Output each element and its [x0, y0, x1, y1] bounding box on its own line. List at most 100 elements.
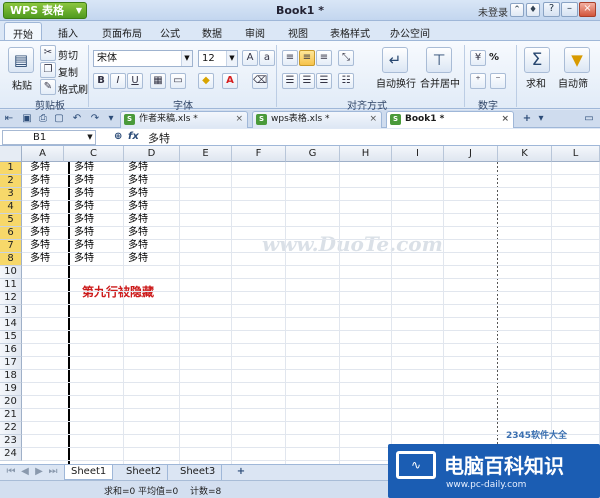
column-header-e[interactable]: E: [180, 146, 232, 162]
paste-icon[interactable]: ▤: [8, 47, 34, 73]
login-link[interactable]: 未登录: [478, 4, 508, 19]
row-header-23[interactable]: 23: [0, 435, 22, 448]
doc-tab[interactable]: S 作者来稿.xls * ×: [120, 111, 248, 128]
merge-cells-icon[interactable]: ▭: [170, 73, 186, 89]
border-icon[interactable]: ▦: [150, 73, 166, 89]
sum-icon[interactable]: Σ: [524, 47, 550, 73]
formula-input[interactable]: 多特: [148, 130, 170, 146]
save-icon[interactable]: ▣: [20, 112, 34, 126]
cell[interactable]: 多特: [72, 188, 94, 200]
row-header-4[interactable]: 4: [0, 201, 22, 214]
cell[interactable]: 多特: [28, 214, 50, 226]
row-header-8[interactable]: 8: [0, 253, 22, 266]
row-header-17[interactable]: 17: [0, 357, 22, 370]
print-preview-icon[interactable]: ▢: [52, 112, 66, 126]
currency-icon[interactable]: ¥: [470, 50, 486, 66]
format-painter-label[interactable]: 格式刷: [58, 81, 88, 96]
last-sheet-icon[interactable]: ⏭: [46, 465, 60, 479]
cell[interactable]: 多特: [72, 227, 94, 239]
cell[interactable]: 多特: [126, 162, 148, 174]
row-header-13[interactable]: 13: [0, 305, 22, 318]
row-header-18[interactable]: 18: [0, 370, 22, 383]
cell[interactable]: 多特: [72, 240, 94, 252]
close-icon[interactable]: ×: [579, 2, 596, 17]
close-icon[interactable]: ×: [501, 112, 509, 127]
italic-button[interactable]: I: [110, 73, 126, 89]
undo-icon[interactable]: ↶: [70, 112, 84, 126]
cell[interactable]: 多特: [126, 214, 148, 226]
font-name-select[interactable]: 宋体 ▼: [93, 50, 193, 67]
column-header-d[interactable]: D: [124, 146, 180, 162]
cell[interactable]: 多特: [28, 175, 50, 187]
align-top-icon[interactable]: ≡: [282, 50, 298, 66]
cell[interactable]: 多特: [28, 227, 50, 239]
help-icon[interactable]: ?: [543, 2, 560, 17]
font-size-select[interactable]: 12 ▼: [198, 50, 238, 67]
tab-office-space[interactable]: 办公空间: [390, 25, 430, 40]
bold-button[interactable]: B: [93, 73, 109, 89]
tab-table-style[interactable]: 表格样式: [330, 25, 370, 40]
decimal-decrease-icon[interactable]: ⁻: [490, 73, 506, 89]
home-icon[interactable]: ⇤: [2, 112, 16, 126]
align-center-icon[interactable]: ☰: [299, 73, 315, 89]
tab-page-layout[interactable]: 页面布局: [102, 25, 142, 40]
column-header-c[interactable]: C: [64, 146, 124, 162]
row-header-14[interactable]: 14: [0, 318, 22, 331]
redo-icon[interactable]: ↷: [88, 112, 102, 126]
first-sheet-icon[interactable]: ⏮: [4, 465, 18, 479]
copy-label[interactable]: 复制: [58, 64, 78, 79]
row-header-19[interactable]: 19: [0, 383, 22, 396]
row-header-12[interactable]: 12: [0, 292, 22, 305]
spreadsheet-grid[interactable]: www.DuoTe.com 第九行被隐藏 ACDEFGHIJKL12345678…: [0, 146, 600, 464]
font-shrink-icon[interactable]: a: [259, 50, 275, 66]
cell[interactable]: 多特: [28, 253, 50, 265]
cell[interactable]: 多特: [126, 253, 148, 265]
tab-view[interactable]: 视图: [288, 25, 308, 40]
row-header-11[interactable]: 11: [0, 279, 22, 292]
tab-formula[interactable]: 公式: [160, 25, 180, 40]
row-header-1[interactable]: 1: [0, 162, 22, 175]
row-header-2[interactable]: 2: [0, 175, 22, 188]
merge-center-icon[interactable]: ⊤: [426, 47, 452, 73]
row-header-20[interactable]: 20: [0, 396, 22, 409]
new-tab-icon[interactable]: +: [520, 112, 534, 126]
format-painter-icon[interactable]: ✎: [40, 79, 56, 95]
merge-center-button[interactable]: 合并居中: [420, 75, 460, 90]
cell[interactable]: 多特: [28, 201, 50, 213]
row-header-7[interactable]: 7: [0, 240, 22, 253]
row-header-22[interactable]: 22: [0, 422, 22, 435]
cell[interactable]: 多特: [28, 162, 50, 174]
prev-sheet-icon[interactable]: ◀: [18, 465, 32, 479]
cell[interactable]: 多特: [126, 227, 148, 239]
cell[interactable]: 多特: [28, 240, 50, 252]
tab-insert[interactable]: 插入: [58, 25, 78, 40]
tab-data[interactable]: 数据: [202, 25, 222, 40]
skin-icon[interactable]: ♦: [526, 3, 540, 17]
doc-tab-active[interactable]: S Book1 * ×: [386, 111, 514, 128]
cell[interactable]: 多特: [126, 201, 148, 213]
cell[interactable]: 多特: [126, 175, 148, 187]
chevron-up-icon[interactable]: ⌃: [510, 3, 524, 17]
cell[interactable]: 多特: [126, 188, 148, 200]
sheet-tab[interactable]: Sheet3: [174, 465, 223, 480]
zoom-icon[interactable]: ⊕: [114, 131, 122, 142]
align-bottom-icon[interactable]: ≡: [316, 50, 332, 66]
cell[interactable]: 多特: [72, 214, 94, 226]
text-direction-icon[interactable]: ⤡: [338, 50, 354, 66]
chevron-down-icon[interactable]: ▾: [534, 112, 548, 126]
row-header-3[interactable]: 3: [0, 188, 22, 201]
cell[interactable]: 多特: [72, 201, 94, 213]
print-icon[interactable]: ⎙: [36, 112, 50, 126]
copy-icon[interactable]: ❐: [40, 62, 56, 78]
fill-color-icon[interactable]: ◆: [198, 73, 214, 89]
align-middle-icon[interactable]: ≡: [299, 50, 315, 66]
add-sheet-icon[interactable]: +: [234, 465, 248, 479]
row-header-24[interactable]: 24: [0, 448, 22, 461]
wrap-text-button[interactable]: 自动换行: [376, 75, 416, 90]
align-left-icon[interactable]: ☰: [282, 73, 298, 89]
row-header-10[interactable]: 10: [0, 266, 22, 279]
filter-button[interactable]: 自动筛: [558, 75, 588, 90]
chevron-down-icon[interactable]: ▾: [104, 112, 118, 126]
row-header-15[interactable]: 15: [0, 331, 22, 344]
sheet-tab-active[interactable]: Sheet1: [64, 465, 114, 480]
